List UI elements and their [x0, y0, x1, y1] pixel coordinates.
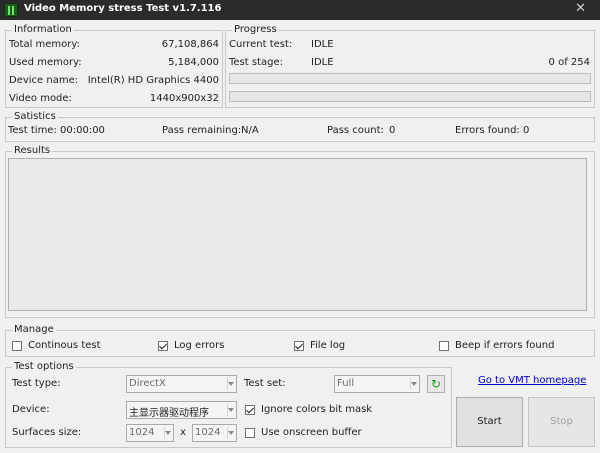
statistics-legend: Satistics	[12, 111, 58, 123]
continous-test-label: Continous test	[28, 340, 101, 351]
chevron-down-icon	[228, 408, 234, 412]
test-time-value: 00:00:00	[60, 125, 105, 136]
used-memory-value: 5,184,000	[168, 57, 219, 68]
log-errors-label: Log errors	[174, 340, 225, 351]
total-memory-value: 67,108,864	[161, 39, 219, 50]
test-stage-label: Test stage:	[229, 57, 283, 68]
results-legend: Results	[12, 145, 53, 157]
video-mode-label: Video mode:	[9, 93, 72, 104]
used-memory-label: Used memory:	[9, 57, 82, 68]
chevron-down-icon	[228, 382, 234, 386]
ignore-colors-label: Ignore colors bit mask	[261, 404, 373, 415]
log-errors-checkbox[interactable]	[158, 341, 168, 351]
start-button[interactable]: Start	[456, 397, 523, 447]
chevron-down-icon	[411, 382, 417, 386]
device-label: Device:	[12, 404, 50, 415]
surfaces-size-label: Surfaces size:	[12, 427, 82, 438]
information-legend: Information	[12, 24, 74, 36]
test-type-label: Test type:	[12, 378, 61, 389]
surface-size-separator: x	[180, 427, 186, 438]
beep-if-errors-checkbox[interactable]	[439, 341, 449, 351]
chevron-down-icon	[228, 431, 234, 435]
test-set-value: Full	[337, 378, 355, 389]
errors-found-value: 0	[523, 125, 530, 136]
current-test-label: Current test:	[229, 39, 293, 50]
refresh-icon: ↻	[430, 377, 442, 391]
continous-test-checkbox[interactable]	[12, 341, 22, 351]
progress-legend: Progress	[232, 24, 279, 36]
test-options-legend: Test options	[12, 361, 76, 373]
pass-count-value: 0	[389, 125, 396, 136]
video-mode-value: 1440x900x32	[149, 93, 219, 104]
test-stage-value: IDLE	[311, 57, 334, 68]
start-button-label: Start	[477, 416, 502, 427]
surface-width-select[interactable]: 1024	[126, 424, 174, 442]
chevron-down-icon	[165, 431, 171, 435]
vmt-app-icon	[4, 3, 18, 17]
window-title: Video Memory stress Test v1.7.116	[24, 3, 222, 14]
test-set-select[interactable]: Full	[334, 375, 420, 393]
surface-height-select[interactable]: 1024	[192, 424, 237, 442]
ignore-colors-checkbox[interactable]	[245, 405, 255, 415]
stage-progress-bar	[229, 91, 591, 102]
pass-remaining-value: N/A	[241, 125, 259, 136]
stop-button[interactable]: Stop	[528, 397, 595, 447]
test-type-select[interactable]: DirectX	[126, 375, 237, 393]
overall-progress-bar	[229, 73, 591, 84]
device-name-value: Intel(R) HD Graphics 4400	[87, 75, 219, 86]
file-log-checkbox[interactable]	[294, 341, 304, 351]
vmt-homepage-link[interactable]: Go to VMT homepage	[478, 375, 586, 386]
device-name-label: Device name:	[9, 75, 79, 86]
stage-counter: 0 of 254	[548, 57, 590, 68]
test-time-label: Test time:	[8, 125, 57, 136]
device-select[interactable]: 主显示器驱动程序	[126, 401, 237, 419]
total-memory-label: Total memory:	[9, 39, 80, 50]
title-bar: Video Memory stress Test v1.7.116 ✕	[0, 0, 600, 20]
current-test-value: IDLE	[311, 39, 334, 50]
surface-height-value: 1024	[195, 427, 221, 438]
surface-width-value: 1024	[129, 427, 155, 438]
test-set-label: Test set:	[244, 378, 286, 389]
onscreen-buffer-label: Use onscreen buffer	[261, 427, 362, 438]
onscreen-buffer-checkbox[interactable]	[245, 428, 255, 438]
device-value: 主显示器驱动程序	[129, 408, 209, 419]
refresh-button[interactable]: ↻	[427, 375, 445, 393]
pass-remaining-label: Pass remaining:	[162, 125, 242, 136]
file-log-label: File log	[310, 340, 346, 351]
test-type-value: DirectX	[129, 378, 166, 389]
stop-button-label: Stop	[550, 416, 573, 427]
manage-legend: Manage	[12, 324, 56, 336]
results-log[interactable]	[8, 158, 587, 311]
beep-if-errors-label: Beep if errors found	[455, 340, 555, 351]
close-icon[interactable]: ✕	[575, 1, 586, 16]
pass-count-label: Pass count:	[327, 125, 384, 136]
errors-found-label: Errors found:	[455, 125, 520, 136]
